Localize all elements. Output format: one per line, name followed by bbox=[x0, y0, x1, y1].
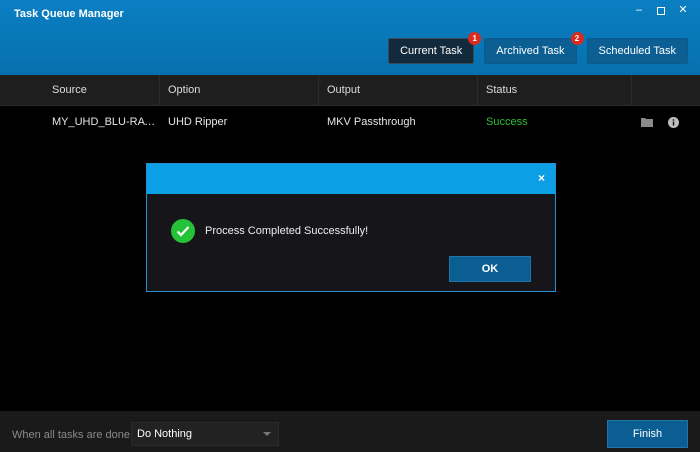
maximize-icon bbox=[657, 7, 665, 15]
count-badge: 1 bbox=[468, 32, 482, 45]
tab-archived-task[interactable]: Archived Task 2 bbox=[484, 32, 584, 64]
finish-button[interactable]: Finish bbox=[607, 420, 688, 448]
column-header-status[interactable]: Status bbox=[478, 75, 632, 106]
dialog-close-button[interactable]: × bbox=[538, 171, 545, 185]
window-title: Task Queue Manager bbox=[14, 8, 124, 20]
footer-bar: When all tasks are done: Do Nothing Fini… bbox=[0, 411, 700, 452]
minimize-button[interactable]: – bbox=[632, 4, 646, 18]
task-table: Source Option Output Status MY_UHD_BLU-R… bbox=[0, 75, 700, 138]
chevron-down-icon bbox=[263, 432, 271, 436]
folder-icon[interactable] bbox=[640, 115, 654, 129]
cell-option: UHD Ripper bbox=[168, 116, 228, 128]
window-controls: – ✕ bbox=[632, 4, 690, 18]
tab-label: Scheduled Task bbox=[598, 45, 676, 57]
select-value: Do Nothing bbox=[137, 428, 193, 440]
dialog-header: × bbox=[147, 164, 555, 194]
column-header-option[interactable]: Option bbox=[160, 75, 319, 106]
cell-source: MY_UHD_BLU-RAY.Ti... bbox=[52, 116, 160, 128]
close-button[interactable]: ✕ bbox=[676, 4, 690, 18]
column-header-source[interactable]: Source bbox=[0, 75, 160, 106]
info-icon[interactable] bbox=[666, 115, 680, 129]
after-done-select[interactable]: Do Nothing bbox=[131, 422, 279, 446]
ok-button[interactable]: OK bbox=[449, 256, 531, 282]
count-badge: 2 bbox=[570, 32, 584, 45]
after-done-label: When all tasks are done: bbox=[12, 429, 134, 441]
completion-dialog: × Process Completed Successfully! OK bbox=[146, 163, 556, 292]
row-actions bbox=[632, 115, 700, 129]
tab-label: Current Task bbox=[400, 45, 463, 57]
task-tabs: Current Task 1 Archived Task 2 Scheduled… bbox=[388, 32, 688, 64]
table-header: Source Option Output Status bbox=[0, 75, 700, 106]
cell-status: Success bbox=[486, 116, 528, 128]
dialog-message-row: Process Completed Successfully! bbox=[171, 219, 368, 243]
cell-output: MKV Passthrough bbox=[327, 116, 416, 128]
tab-current-task[interactable]: Current Task 1 bbox=[388, 32, 482, 64]
column-header-actions bbox=[632, 75, 700, 106]
dialog-message: Process Completed Successfully! bbox=[205, 225, 369, 237]
column-header-output[interactable]: Output bbox=[319, 75, 478, 106]
maximize-button[interactable] bbox=[654, 4, 668, 18]
tab-label: Archived Task bbox=[496, 45, 565, 57]
title-bar: Task Queue Manager – ✕ Current Task 1 Ar… bbox=[0, 0, 700, 75]
success-check-icon bbox=[171, 219, 195, 243]
tab-scheduled-task[interactable]: Scheduled Task bbox=[586, 38, 688, 64]
table-row[interactable]: MY_UHD_BLU-RAY.Ti... UHD Ripper MKV Pass… bbox=[0, 106, 700, 138]
